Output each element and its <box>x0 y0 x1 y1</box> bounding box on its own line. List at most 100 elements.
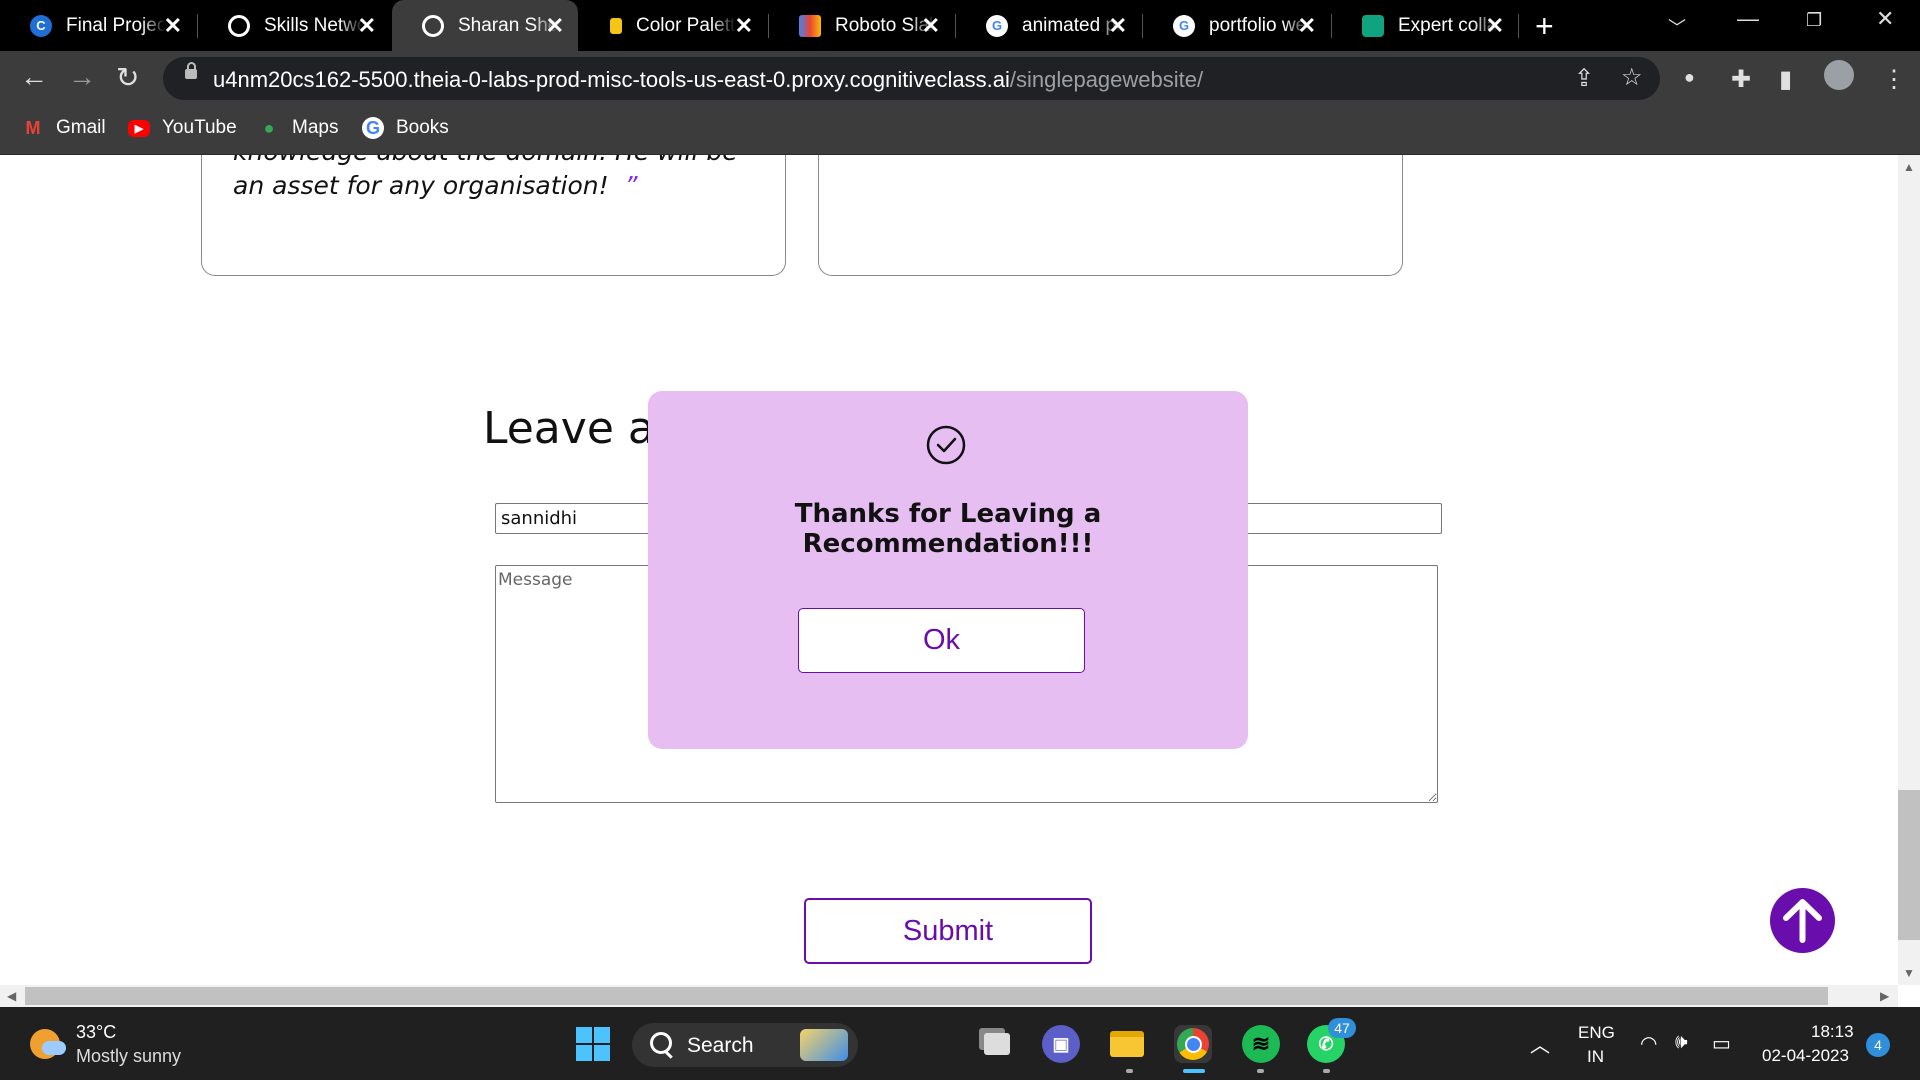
search-icon <box>650 1032 672 1054</box>
maps-pin-icon: ● <box>263 117 275 138</box>
modal-message: Thanks for Leaving a Recommendation!!! <box>794 499 1102 559</box>
whatsapp-unread-badge: 47 <box>1328 1018 1356 1038</box>
tab-roboto-slab[interactable]: Roboto Slab ✕ <box>769 0 954 51</box>
submit-button[interactable]: Submit <box>804 898 1092 964</box>
menu-kebab-icon[interactable]: ⋮ <box>1882 65 1906 94</box>
battery-charging-icon[interactable]: ▭ <box>1712 1031 1731 1056</box>
close-tab-icon[interactable]: ✕ <box>164 13 182 39</box>
teams-chat-icon[interactable]: ▣ <box>1042 1025 1080 1063</box>
scroll-down-arrow-icon[interactable]: ▼ <box>1903 966 1915 980</box>
thanks-modal: Thanks for Leaving a Recommendation!!! O… <box>648 391 1248 749</box>
tab-expert-collab[interactable]: Expert collab ✕ <box>1332 0 1518 51</box>
recommendation-card: knowledge about the domain. He will be a… <box>201 155 786 276</box>
windows-taskbar: 33°C Mostly sunny Search ▣ ≋ ✆ 47 ︿ ENG … <box>0 1007 1920 1080</box>
close-tab-icon[interactable]: ✕ <box>1486 13 1504 39</box>
forward-arrow-icon[interactable]: → <box>68 61 96 93</box>
weather-temperature[interactable]: 33°C <box>76 1022 116 1043</box>
running-indicator <box>1323 1069 1330 1073</box>
volume-icon[interactable]: 🕪 <box>1675 1031 1688 1054</box>
running-indicator <box>1126 1069 1133 1073</box>
side-panel-icon[interactable]: ▮ <box>1779 65 1792 94</box>
bookmarks-bar: M Gmail ▶ YouTube ● Maps G Books <box>0 106 1920 155</box>
lock-icon <box>185 62 197 79</box>
bookmark-maps[interactable]: ● Maps <box>258 117 339 139</box>
scroll-left-arrow-icon[interactable]: ◀ <box>7 989 16 1003</box>
tab-animated-popup[interactable]: G animated pop ✕ <box>956 0 1141 51</box>
palette-icon <box>610 17 622 34</box>
google-fonts-icon <box>799 14 821 37</box>
back-arrow-icon[interactable]: ← <box>20 61 48 93</box>
spotify-icon[interactable]: ≋ <box>1242 1025 1280 1063</box>
bookmark-youtube[interactable]: ▶ YouTube <box>128 117 237 139</box>
address-bar[interactable]: u4nm20cs162-5500.theia-0-labs-prod-misc-… <box>163 57 1660 100</box>
close-tab-icon[interactable]: ✕ <box>922 13 940 39</box>
weather-description[interactable]: Mostly sunny <box>76 1046 181 1067</box>
weather-sun-cloud-icon[interactable] <box>30 1029 66 1059</box>
tab-color-palette[interactable]: Color Palette ✕ <box>580 0 767 51</box>
running-indicator <box>1257 1069 1264 1073</box>
clock-date[interactable]: 02-04-2023 <box>1762 1046 1849 1066</box>
windows-start-icon[interactable] <box>574 1025 612 1063</box>
recommendation-quote: knowledge about the domain. He will be a… <box>233 155 738 200</box>
google-g-icon: G <box>986 14 1008 37</box>
wifi-icon[interactable]: ◠ <box>1640 1031 1657 1056</box>
new-tab-plus-icon[interactable]: + <box>1535 8 1554 45</box>
url-text[interactable]: u4nm20cs162-5500.theia-0-labs-prod-misc-… <box>213 67 1203 93</box>
page-viewport: knowledge about the domain. He will be a… <box>0 155 1898 985</box>
close-quote-mark: ” <box>624 171 638 200</box>
show-hidden-icons-chevron-icon[interactable]: ︿ <box>1530 1029 1550 1058</box>
bookmark-gmail[interactable]: M Gmail <box>22 117 106 139</box>
restore-icon[interactable]: ❐ <box>1806 10 1822 31</box>
vertical-scroll-thumb[interactable] <box>1898 790 1920 940</box>
google-g-icon: G <box>362 117 384 139</box>
scroll-up-arrow-icon[interactable]: ▲ <box>1903 160 1915 174</box>
notification-count-badge[interactable]: 4 <box>1866 1033 1890 1057</box>
recommendation-card <box>818 155 1403 276</box>
bookmark-books[interactable]: G Books <box>362 117 449 139</box>
language-region[interactable]: IN <box>1587 1047 1604 1067</box>
tab-portfolio-website[interactable]: G portfolio web ✕ <box>1143 0 1330 51</box>
task-view-icon[interactable] <box>978 1025 1016 1063</box>
file-explorer-icon[interactable] <box>1108 1025 1146 1063</box>
extension-mouse-icon[interactable]: ● <box>1684 67 1695 88</box>
browser-toolbar: ← → ↻ u4nm20cs162-5500.theia-0-labs-prod… <box>0 51 1920 106</box>
chrome-icon[interactable] <box>1174 1025 1212 1063</box>
close-tab-icon[interactable]: ✕ <box>1109 13 1127 39</box>
minimize-icon[interactable]: — <box>1737 6 1759 32</box>
close-tab-icon[interactable]: ✕ <box>1298 13 1316 39</box>
openai-icon <box>1362 14 1384 37</box>
reload-icon[interactable]: ↻ <box>116 61 139 94</box>
horizontal-scroll-thumb[interactable] <box>25 987 1828 1005</box>
arrow-up-icon <box>1783 899 1822 943</box>
profile-avatar-icon[interactable] <box>1824 60 1854 90</box>
youtube-icon: ▶ <box>128 119 150 137</box>
search-highlight-illustration-icon <box>800 1029 848 1061</box>
window-close-icon[interactable]: ✕ <box>1876 6 1894 32</box>
browser-tab-strip: C Final Project ✕ Skills Network ✕ Shara… <box>0 0 1920 51</box>
scroll-right-arrow-icon[interactable]: ▶ <box>1880 989 1889 1003</box>
tab-skills-network[interactable]: Skills Network ✕ <box>198 0 390 51</box>
close-tab-icon[interactable]: ✕ <box>358 13 376 39</box>
tab-search-chevron-icon[interactable]: ﹀ <box>1668 14 1686 40</box>
tab-separator <box>1518 14 1519 38</box>
ok-button[interactable]: Ok <box>798 608 1085 673</box>
globe-icon <box>422 14 444 37</box>
clock-time[interactable]: 18:13 <box>1811 1022 1854 1042</box>
scroll-to-top-button[interactable] <box>1770 888 1835 953</box>
extensions-puzzle-icon[interactable]: ✚ <box>1731 65 1751 94</box>
globe-icon <box>228 14 250 37</box>
leave-recommendation-heading: Leave a <box>483 403 655 454</box>
active-app-indicator <box>1183 1069 1205 1073</box>
coursera-c-icon: C <box>30 14 52 37</box>
share-icon[interactable]: ⇪ <box>1574 64 1594 93</box>
tab-final-project[interactable]: C Final Project ✕ <box>0 0 196 51</box>
taskbar-search-box[interactable]: Search <box>632 1023 858 1067</box>
google-g-icon: G <box>1173 14 1195 37</box>
language-indicator[interactable]: ENG <box>1578 1023 1615 1043</box>
close-tab-icon[interactable]: ✕ <box>546 13 564 39</box>
tab-sharan-shetty[interactable]: Sharan Shetty ✕ <box>392 0 578 51</box>
bookmark-star-icon[interactable]: ☆ <box>1621 63 1643 92</box>
check-circle-icon <box>926 425 966 465</box>
close-tab-icon[interactable]: ✕ <box>735 13 753 39</box>
gmail-icon: M <box>25 117 41 138</box>
